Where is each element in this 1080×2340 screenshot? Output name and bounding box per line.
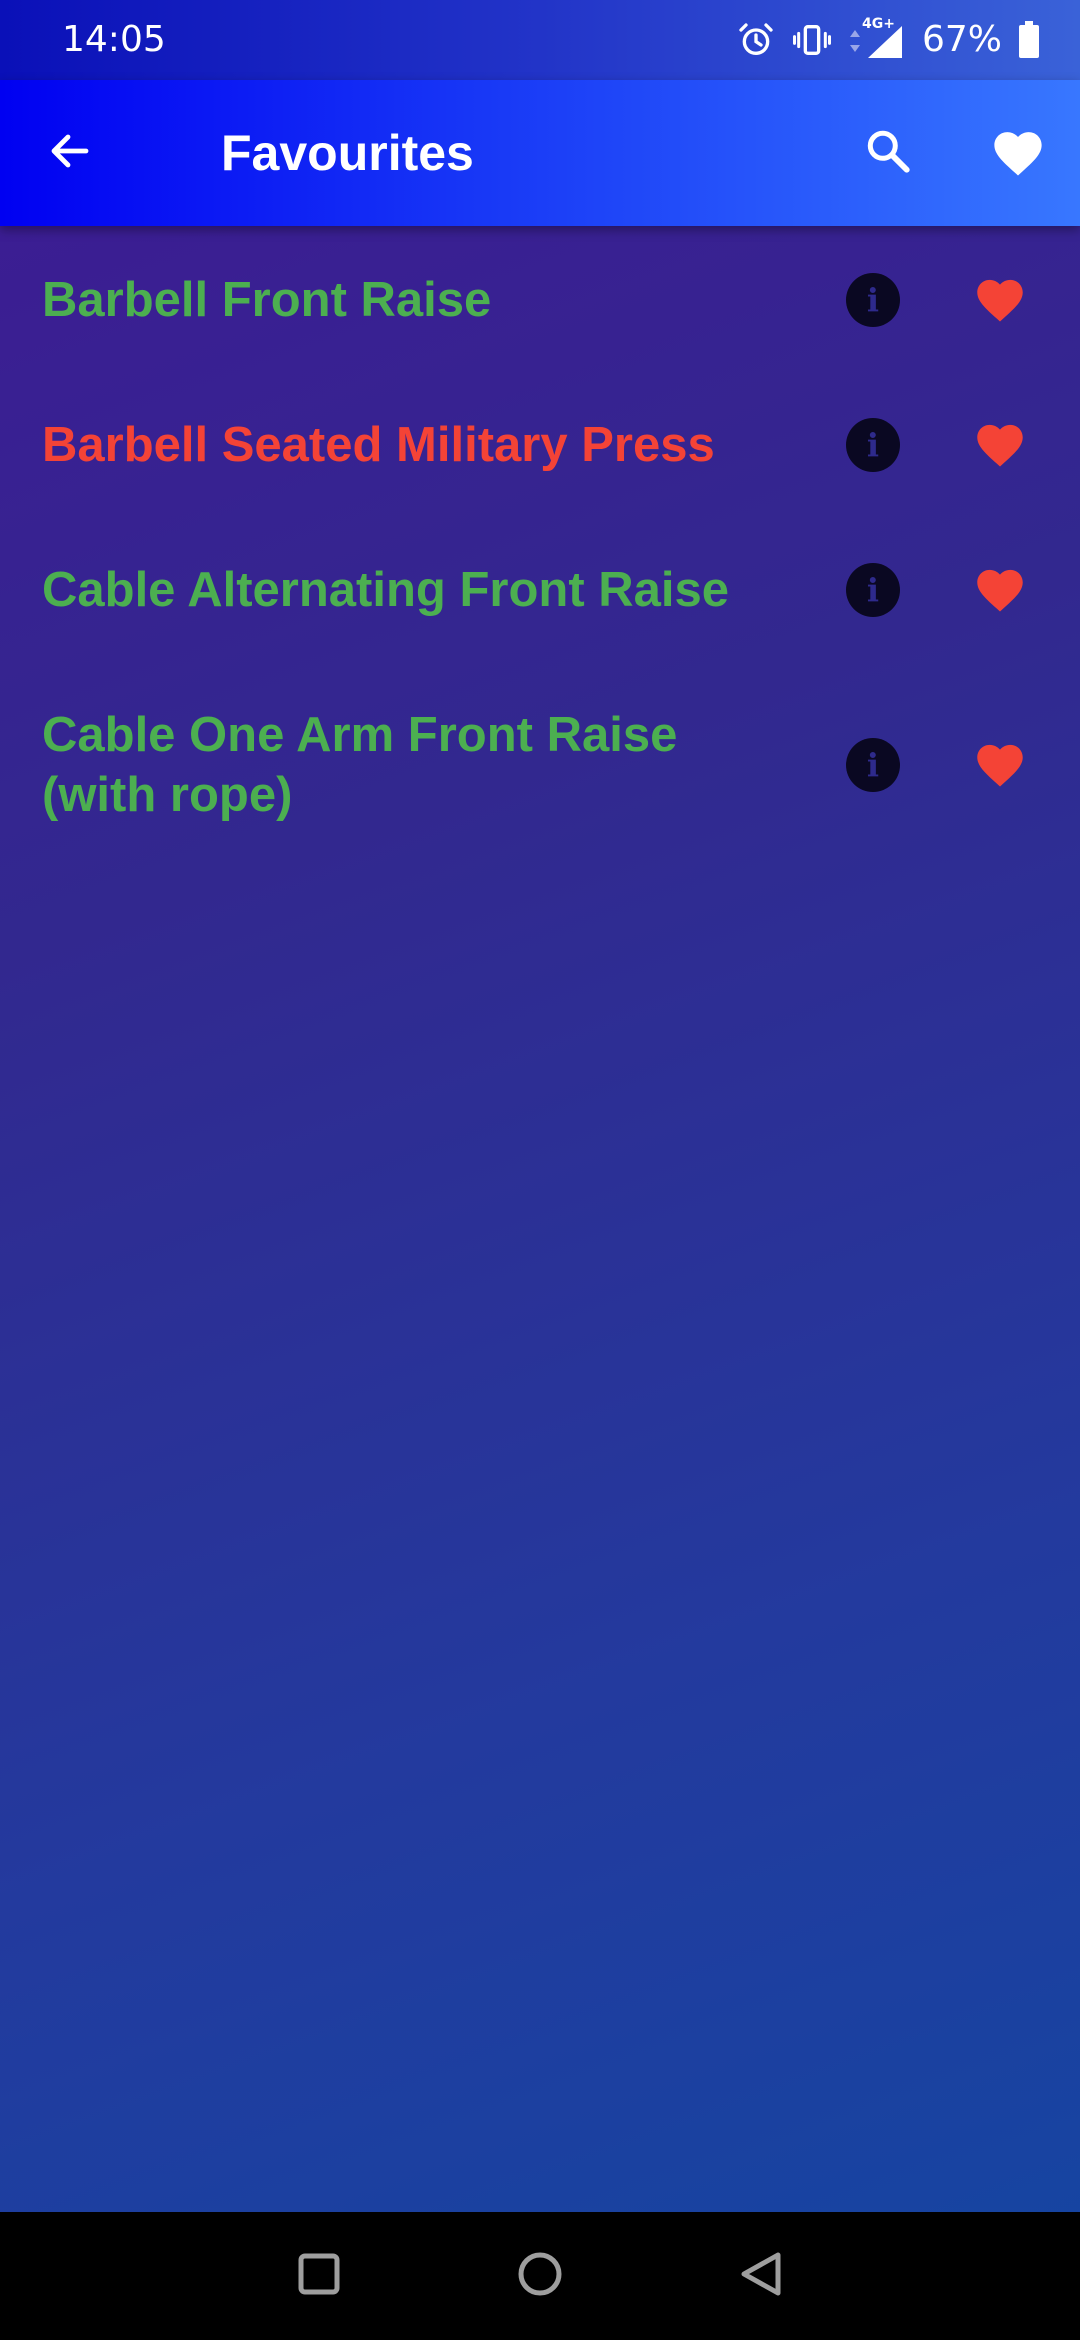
heart-icon xyxy=(972,418,1028,472)
status-icons: 4G+ 67% xyxy=(736,16,1040,64)
info-button[interactable]: i xyxy=(846,563,900,617)
status-time: 14:05 xyxy=(62,19,166,60)
favourite-toggle[interactable] xyxy=(970,738,1030,792)
info-button[interactable]: i xyxy=(846,418,900,472)
info-button[interactable]: i xyxy=(846,273,900,327)
exercise-name[interactable]: Cable One Arm Front Raise (with rope) xyxy=(42,705,762,825)
favourites-screen: 14:05 4G+ 67% Favourites Barbell Front R… xyxy=(0,0,1080,2340)
search-button[interactable] xyxy=(852,117,924,189)
heart-icon xyxy=(972,273,1028,327)
exercise-name[interactable]: Cable Alternating Front Raise xyxy=(42,560,762,620)
list-item[interactable]: Cable Alternating Front Raise i xyxy=(0,556,1080,624)
info-icon: i xyxy=(866,426,880,464)
info-button[interactable]: i xyxy=(846,738,900,792)
back-arrow-icon xyxy=(46,127,94,179)
status-bar: 14:05 4G+ 67% xyxy=(0,0,1080,80)
battery-icon xyxy=(1018,21,1040,59)
favourite-toggle[interactable] xyxy=(970,273,1030,327)
search-icon xyxy=(863,126,913,180)
heart-icon xyxy=(972,738,1028,792)
network-arrows-icon xyxy=(848,28,862,54)
recents-button[interactable] xyxy=(289,2246,349,2306)
back-nav-button[interactable] xyxy=(731,2246,791,2306)
back-triangle-icon xyxy=(738,2250,784,2302)
network-indicator: 4G+ xyxy=(848,16,906,64)
page-title: Favourites xyxy=(221,125,474,181)
list-item[interactable]: Cable One Arm Front Raise (with rope) i xyxy=(0,701,1080,829)
battery-percent: 67% xyxy=(921,19,1002,60)
favourite-toggle[interactable] xyxy=(970,418,1030,472)
list-item[interactable]: Barbell Front Raise i xyxy=(0,266,1080,334)
favourite-toggle[interactable] xyxy=(970,563,1030,617)
exercise-name[interactable]: Barbell Seated Military Press xyxy=(42,415,762,475)
alarm-icon xyxy=(736,20,776,60)
system-nav-bar xyxy=(0,2212,1080,2340)
info-icon: i xyxy=(866,281,880,319)
vibrate-icon xyxy=(792,20,832,60)
info-icon: i xyxy=(866,746,880,784)
home-button[interactable] xyxy=(510,2246,570,2306)
home-circle-icon xyxy=(516,2250,564,2302)
recents-square-icon xyxy=(296,2251,342,2301)
heart-icon xyxy=(989,125,1047,181)
heart-icon xyxy=(972,563,1028,617)
info-icon: i xyxy=(866,571,880,609)
app-bar: Favourites xyxy=(0,80,1080,226)
back-button[interactable] xyxy=(34,117,106,189)
list-item[interactable]: Barbell Seated Military Press i xyxy=(0,411,1080,479)
signal-icon xyxy=(864,24,904,60)
exercise-name[interactable]: Barbell Front Raise xyxy=(42,270,762,330)
favourites-button[interactable] xyxy=(980,117,1056,189)
